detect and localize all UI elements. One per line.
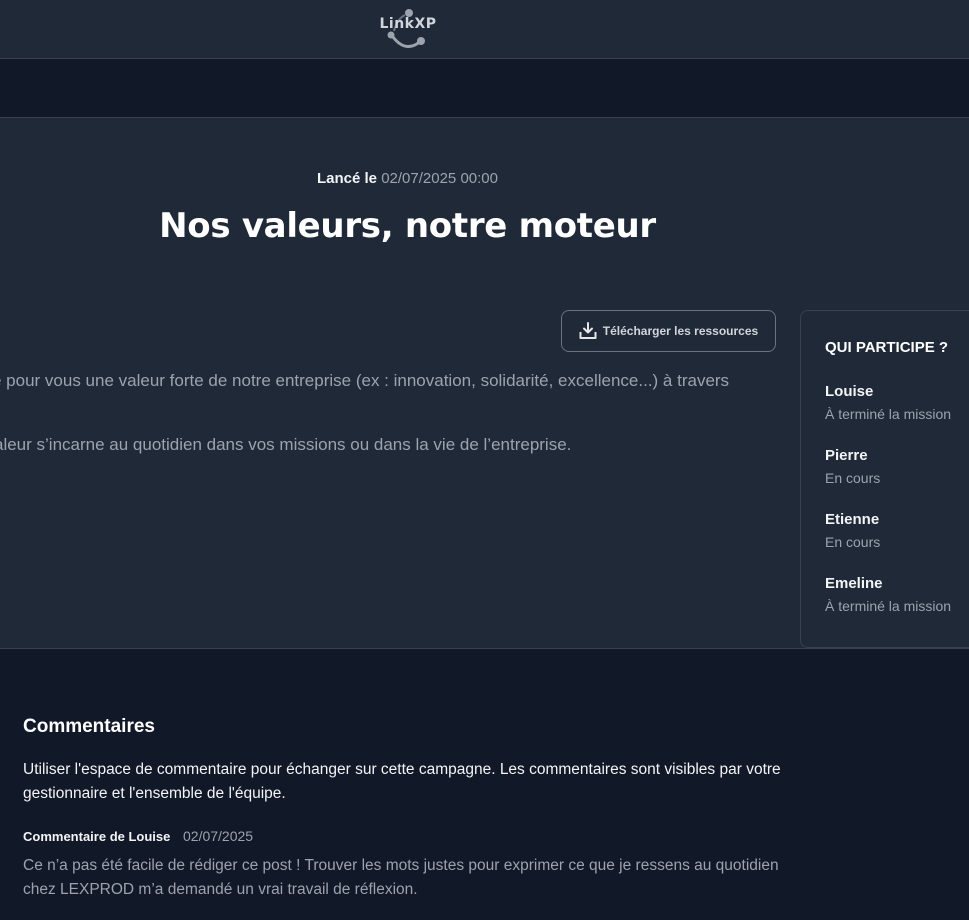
launch-date-value: 02/07/2025 00:00 [381, 170, 498, 187]
download-icon [579, 322, 597, 339]
participants-title: QUI PARTICIPE ? [825, 339, 949, 356]
secondary-navbar [0, 59, 969, 118]
comments-intro: Utiliser l'espace de commentaire pour éc… [23, 761, 781, 802]
campaign-hero: Lancé le 02/07/2025 00:00 Nos valeurs, n… [0, 118, 969, 649]
participant-name: Louise [825, 383, 874, 400]
comment-author: Commentaire de Louise [23, 829, 171, 844]
participant-status: En cours [825, 534, 881, 550]
participant-status: En cours [825, 470, 881, 486]
comment-body: Ce n’a pas été facile de rédiger ce post… [23, 857, 779, 898]
comment-meta: Commentaire de Louise 02/07/2025 [23, 828, 783, 844]
download-resources-button[interactable]: Télécharger les ressources [561, 310, 776, 352]
launch-label: Lancé le [317, 170, 378, 187]
participant-status: À terminé la mission [825, 406, 952, 422]
top-navbar: LinkXP [0, 0, 969, 59]
linkxp-logo[interactable]: LinkXP [379, 5, 437, 49]
comments-section: Commentaires Utiliser l'espace de commen… [23, 716, 783, 902]
participant-name: Etienne [825, 511, 880, 528]
participant-item: Etienne En cours [825, 511, 969, 575]
participant-status: À terminé la mission [825, 598, 952, 614]
logo-text: LinkXP [379, 16, 437, 32]
campaign-description-line-2: aleur s’incarne au quotidien dans vos mi… [0, 435, 572, 454]
participant-item: Pierre En cours [825, 447, 969, 511]
participant-name: Pierre [825, 447, 868, 464]
comment-date: 02/07/2025 [183, 828, 254, 844]
participant-item: Louise À terminé la mission [825, 383, 969, 447]
campaign-description-line-1: e pour vous une valeur forte de notre en… [0, 371, 730, 390]
participant-item: Emeline À terminé la mission [825, 575, 969, 639]
participants-panel: QUI PARTICIPE ? Louise À terminé la miss… [800, 310, 969, 648]
campaign-title: Nos valeurs, notre moteur [159, 206, 656, 246]
participant-name: Emeline [825, 575, 883, 592]
download-label: Télécharger les ressources [602, 324, 759, 338]
comments-title: Commentaires [23, 716, 155, 737]
launch-date: Lancé le 02/07/2025 00:00 [0, 170, 815, 187]
comment-item: Commentaire de Louise 02/07/2025 Ce n’a … [23, 828, 783, 902]
